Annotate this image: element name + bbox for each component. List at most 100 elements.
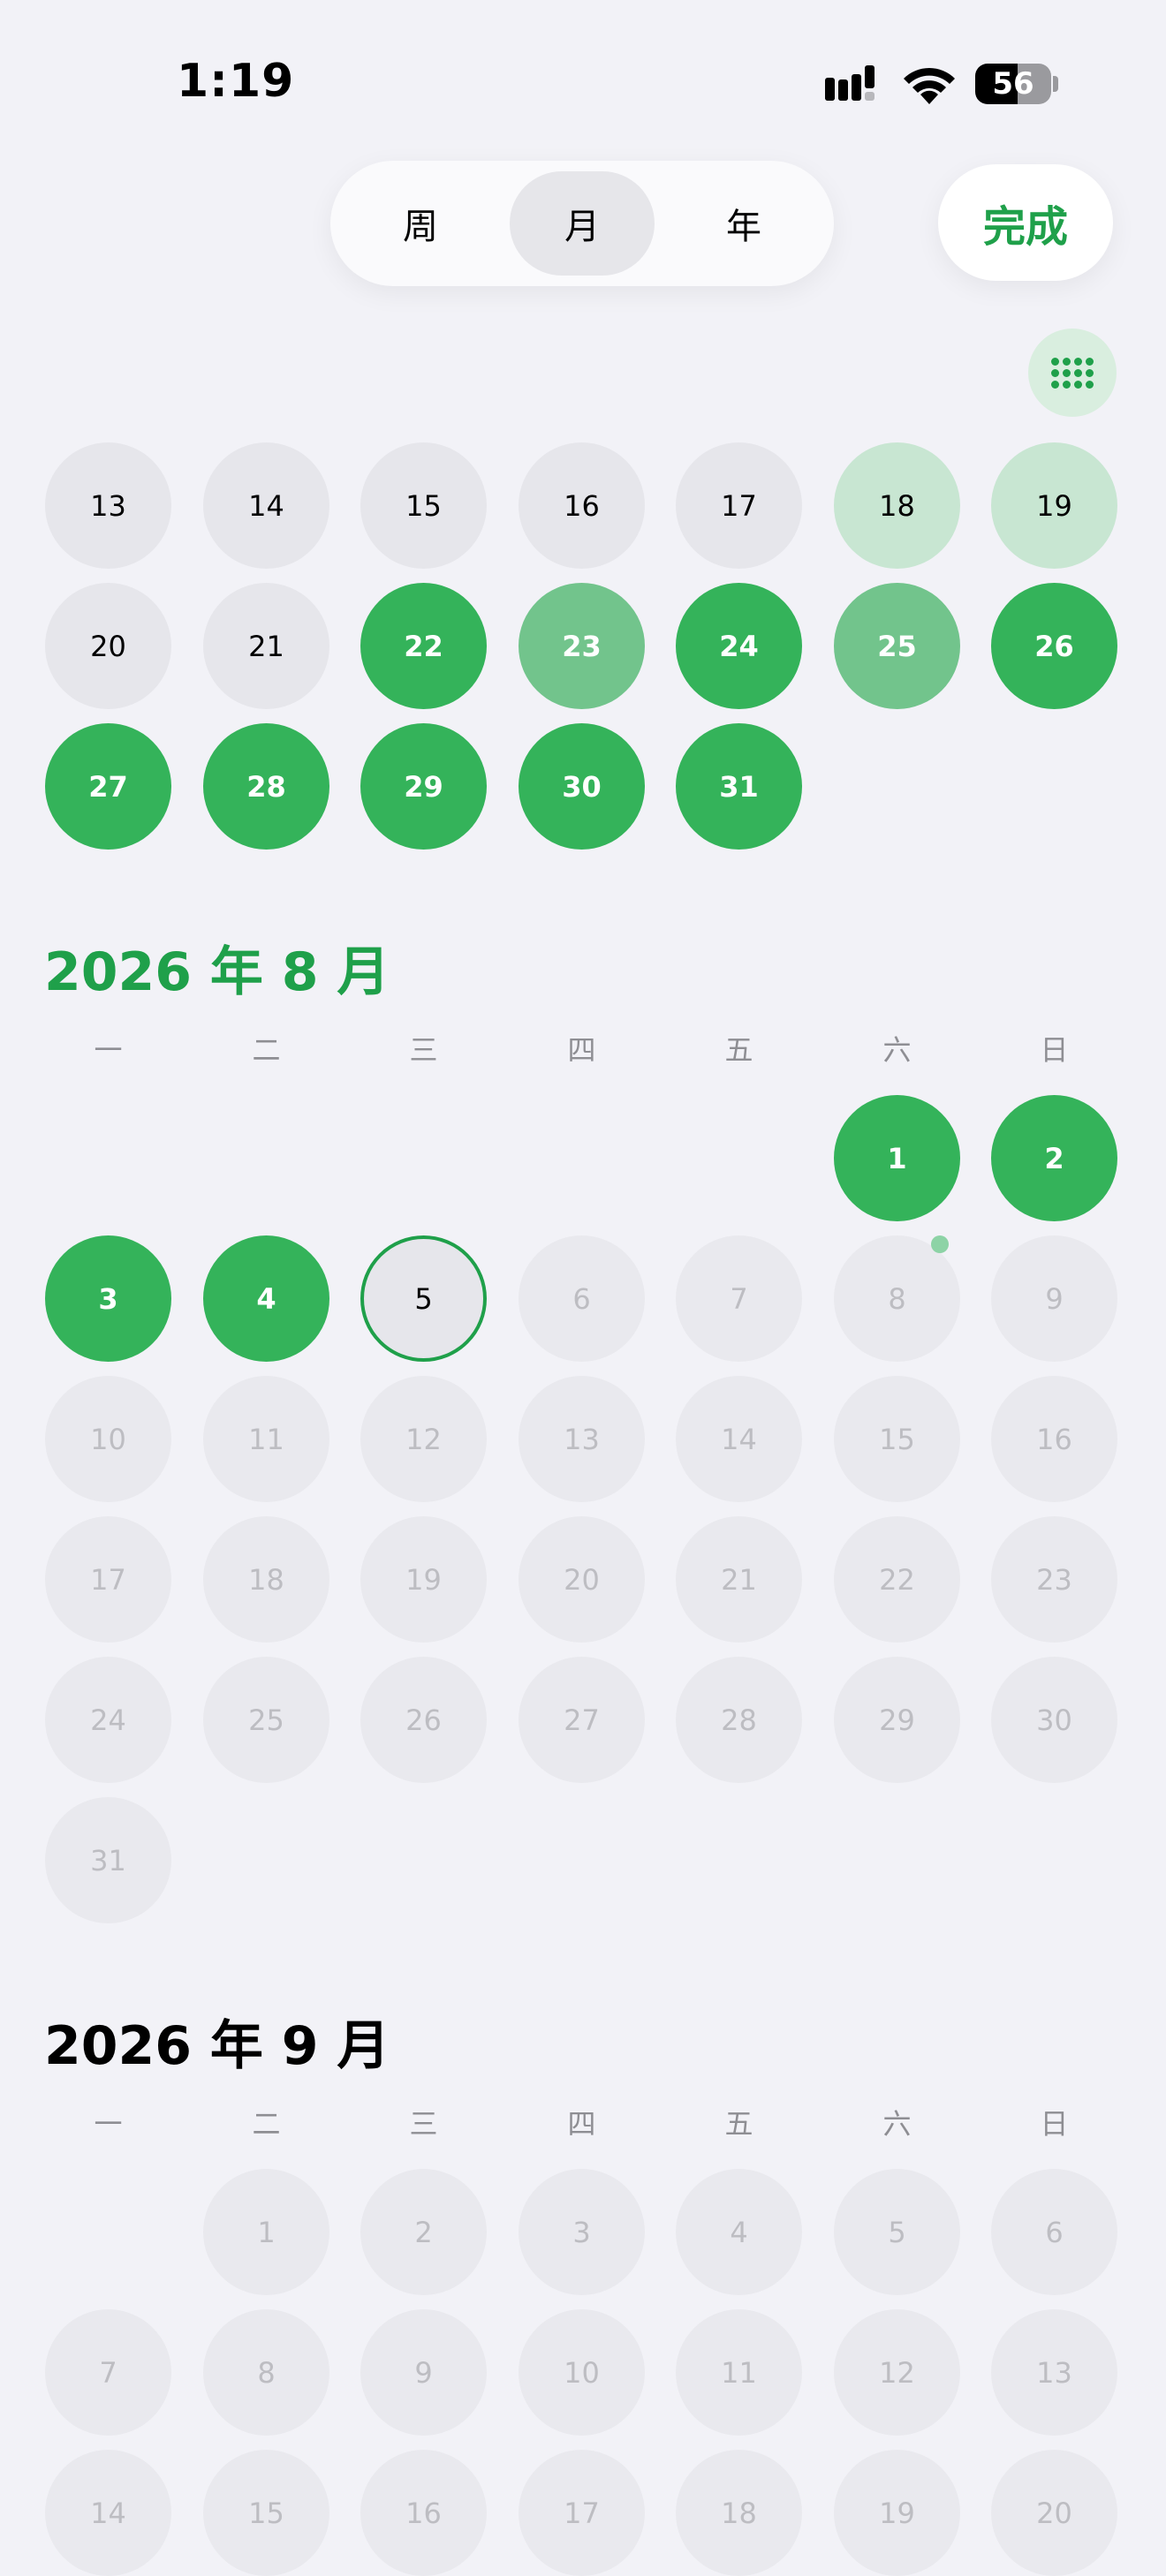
weekday-label: 三 [409, 1033, 438, 1067]
day-cell[interactable]: 17 [45, 1516, 171, 1643]
battery-icon: 56 [975, 64, 1051, 104]
day-cell[interactable]: 15 [360, 442, 487, 569]
weekday-label: 五 [724, 1033, 753, 1067]
day-cell[interactable]: 2 [360, 2169, 487, 2295]
day-cell[interactable]: 3 [45, 1235, 171, 1362]
day-cell[interactable]: 17 [519, 2450, 645, 2576]
day-cell[interactable]: 22 [360, 583, 487, 709]
day-cell[interactable]: 9 [360, 2309, 487, 2436]
battery-tip [1053, 76, 1058, 92]
weekday-label: 一 [94, 2107, 123, 2141]
day-cell[interactable]: 28 [676, 1657, 802, 1783]
day-cell[interactable]: 6 [519, 1235, 645, 1362]
day-cell[interactable]: 18 [676, 2450, 802, 2576]
day-cell[interactable]: 21 [203, 583, 329, 709]
day-cell[interactable]: 20 [519, 1516, 645, 1643]
weekday-label: 六 [882, 2107, 912, 2141]
day-cell[interactable]: 1 [834, 1095, 960, 1221]
day-cell[interactable]: 13 [991, 2309, 1117, 2436]
event-dot [931, 1235, 949, 1253]
day-cell[interactable]: 31 [676, 723, 802, 850]
day-cell[interactable]: 20 [45, 583, 171, 709]
weekday-label: 日 [1040, 2107, 1069, 2141]
weekday-label: 二 [252, 2107, 281, 2141]
day-cell[interactable]: 12 [360, 1376, 487, 1502]
day-cell[interactable]: 14 [203, 442, 329, 569]
day-cell[interactable]: 14 [676, 1376, 802, 1502]
weekday-label: 三 [409, 2107, 438, 2141]
day-cell[interactable]: 10 [519, 2309, 645, 2436]
day-cell[interactable]: 2 [991, 1095, 1117, 1221]
day-cell[interactable]: 8 [834, 1235, 960, 1362]
weekday-label: 日 [1040, 1033, 1069, 1067]
day-cell[interactable]: 29 [360, 723, 487, 850]
day-cell[interactable]: 13 [519, 1376, 645, 1502]
day-cell[interactable]: 8 [203, 2309, 329, 2436]
tab-month[interactable]: 月 [510, 171, 655, 276]
day-cell[interactable]: 7 [45, 2309, 171, 2436]
day-cell[interactable]: 13 [45, 442, 171, 569]
day-cell[interactable]: 5 [360, 1235, 487, 1362]
day-cell[interactable]: 22 [834, 1516, 960, 1643]
day-cell[interactable]: 12 [834, 2309, 960, 2436]
grid-view-button[interactable] [1028, 329, 1117, 417]
day-cell[interactable]: 11 [203, 1376, 329, 1502]
day-cell[interactable]: 31 [45, 1797, 171, 1923]
day-cell[interactable]: 16 [519, 442, 645, 569]
day-cell[interactable]: 9 [991, 1235, 1117, 1362]
day-cell[interactable]: 18 [834, 442, 960, 569]
day-cell[interactable]: 19 [834, 2450, 960, 2576]
day-cell[interactable]: 5 [834, 2169, 960, 2295]
month-title: 2026 年 8 月 [44, 941, 390, 1003]
day-cell[interactable]: 15 [203, 2450, 329, 2576]
day-cell[interactable]: 20 [991, 2450, 1117, 2576]
month-title: 2026 年 9 月 [44, 2015, 390, 2077]
done-button[interactable]: 完成 [938, 164, 1113, 281]
day-cell[interactable]: 19 [360, 1516, 487, 1643]
day-cell[interactable]: 17 [676, 442, 802, 569]
day-cell[interactable]: 21 [676, 1516, 802, 1643]
day-cell[interactable]: 26 [360, 1657, 487, 1783]
status-time: 1:19 [177, 55, 295, 108]
tab-year[interactable]: 年 [671, 171, 816, 276]
day-cell[interactable]: 4 [203, 1235, 329, 1362]
grid-icon [1051, 357, 1094, 389]
day-cell[interactable]: 3 [519, 2169, 645, 2295]
day-cell[interactable]: 26 [991, 583, 1117, 709]
day-cell[interactable]: 15 [834, 1376, 960, 1502]
weekday-label: 一 [94, 1033, 123, 1067]
day-cell[interactable]: 6 [991, 2169, 1117, 2295]
day-cell[interactable]: 28 [203, 723, 329, 850]
day-cell[interactable]: 27 [45, 723, 171, 850]
weekday-label: 四 [567, 1033, 596, 1067]
day-cell[interactable]: 16 [360, 2450, 487, 2576]
day-cell[interactable]: 30 [519, 723, 645, 850]
wifi-icon [904, 67, 955, 104]
day-cell[interactable]: 29 [834, 1657, 960, 1783]
day-cell[interactable]: 25 [203, 1657, 329, 1783]
weekday-label: 五 [724, 2107, 753, 2141]
day-cell[interactable]: 30 [991, 1657, 1117, 1783]
day-cell[interactable]: 27 [519, 1657, 645, 1783]
day-cell[interactable]: 23 [519, 583, 645, 709]
day-cell[interactable]: 24 [45, 1657, 171, 1783]
day-cell[interactable]: 24 [676, 583, 802, 709]
day-cell[interactable]: 16 [991, 1376, 1117, 1502]
weekday-label: 四 [567, 2107, 596, 2141]
day-cell[interactable]: 4 [676, 2169, 802, 2295]
day-cell[interactable]: 10 [45, 1376, 171, 1502]
day-cell[interactable]: 19 [991, 442, 1117, 569]
day-cell[interactable]: 18 [203, 1516, 329, 1643]
day-cell[interactable]: 23 [991, 1516, 1117, 1643]
day-cell[interactable]: 14 [45, 2450, 171, 2576]
view-switcher: 周 月 年 [330, 161, 834, 286]
battery-level: 56 [992, 66, 1034, 102]
day-cell[interactable]: 1 [203, 2169, 329, 2295]
day-cell[interactable]: 7 [676, 1235, 802, 1362]
weekday-label: 六 [882, 1033, 912, 1067]
day-cell[interactable]: 25 [834, 583, 960, 709]
signal-icon [825, 65, 874, 101]
day-cell[interactable]: 11 [676, 2309, 802, 2436]
weekday-label: 二 [252, 1033, 281, 1067]
tab-week[interactable]: 周 [348, 171, 493, 276]
